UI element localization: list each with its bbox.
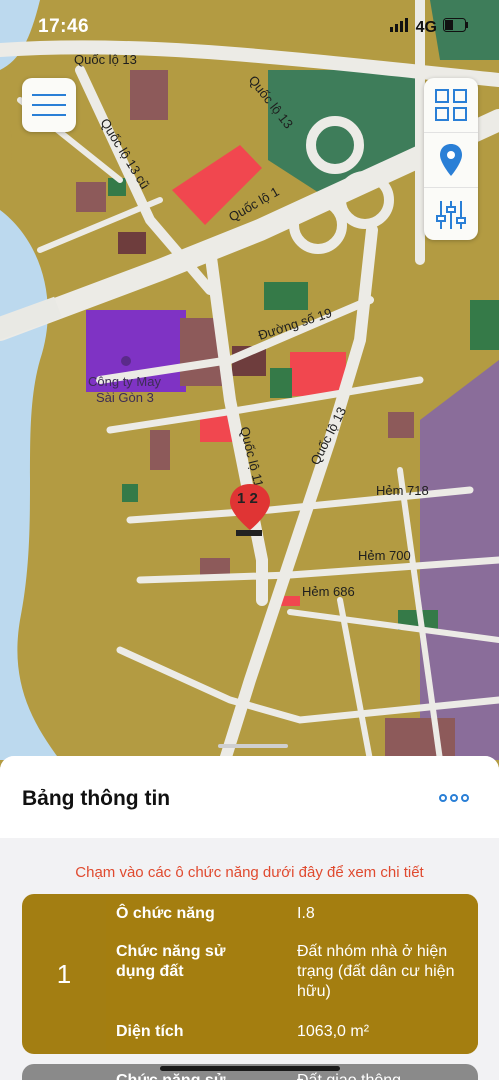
row-label: Diện tích xyxy=(116,1023,184,1040)
row-label: Ô chức năng xyxy=(116,905,215,922)
poi-name-line1: Công ty May xyxy=(88,374,161,389)
info-panel: Bảng thông tin Chạm vào các ô chức năng … xyxy=(0,756,499,1080)
card-row: Ô chức năng I.8 xyxy=(116,904,476,928)
home-indicator xyxy=(160,1066,340,1071)
road-label-hem700: Hẻm 700 xyxy=(358,548,411,563)
more-options-button[interactable] xyxy=(439,790,475,806)
status-time: 17:46 xyxy=(38,16,90,37)
peek-value: Đất giao thông xyxy=(297,1072,401,1080)
row-value: I.8 xyxy=(297,905,315,922)
road-label-hem718: Hẻm 718 xyxy=(376,483,429,498)
more-dot-icon xyxy=(450,794,458,802)
sheet-drag-handle[interactable] xyxy=(218,744,288,748)
row-value: 1063,0 m² xyxy=(297,1023,370,1040)
network-type: 4G xyxy=(415,18,437,36)
hamburger-menu-icon xyxy=(32,94,66,116)
sliders-icon xyxy=(436,201,466,229)
peek-label: Chức năng sử xyxy=(116,1072,225,1080)
info-hint: Chạm vào các ô chức năng dưới đây để xem… xyxy=(75,864,424,881)
menu-button[interactable] xyxy=(22,78,76,132)
my-location-button[interactable] xyxy=(424,133,478,188)
card-row: Diện tích 1063,0 m² xyxy=(116,1022,476,1046)
row-label: Chức năng sử dụng đất xyxy=(116,943,226,980)
poi-name-line2: Sài Gòn 3 xyxy=(96,390,154,405)
location-pin-icon xyxy=(440,144,462,176)
card-row: Chức năng sử dụng đất Đất nhóm nhà ở hiệ… xyxy=(116,942,476,1012)
status-indicators: 4G xyxy=(389,18,469,37)
filter-button[interactable] xyxy=(424,188,478,242)
info-panel-title: Bảng thông tin xyxy=(22,787,171,810)
marker-label: 1 2 xyxy=(237,490,258,507)
row-value: Đất nhóm nhà ở hiện trạng (đất dân cư hi… xyxy=(297,943,455,1000)
layers-grid-button[interactable] xyxy=(424,78,478,133)
battery-icon xyxy=(443,18,469,37)
poi-icon xyxy=(121,356,131,366)
card-index: 1 xyxy=(22,894,107,1054)
land-function-card[interactable]: 1 Ô chức năng I.8 Chức năng sử dụng đất … xyxy=(22,894,478,1054)
road-label-hem686: Hẻm 686 xyxy=(302,584,355,599)
grid-icon xyxy=(435,89,467,121)
info-panel-header: Bảng thông tin xyxy=(0,756,499,838)
signal-icon xyxy=(389,18,410,37)
more-dot-icon xyxy=(461,794,469,802)
card-body: Ô chức năng I.8 Chức năng sử dụng đất Đấ… xyxy=(106,894,478,1054)
road-label-ql13-top: Quốc lộ 13 xyxy=(74,52,137,67)
more-dot-icon xyxy=(439,794,447,802)
map-toolbox xyxy=(424,78,478,240)
